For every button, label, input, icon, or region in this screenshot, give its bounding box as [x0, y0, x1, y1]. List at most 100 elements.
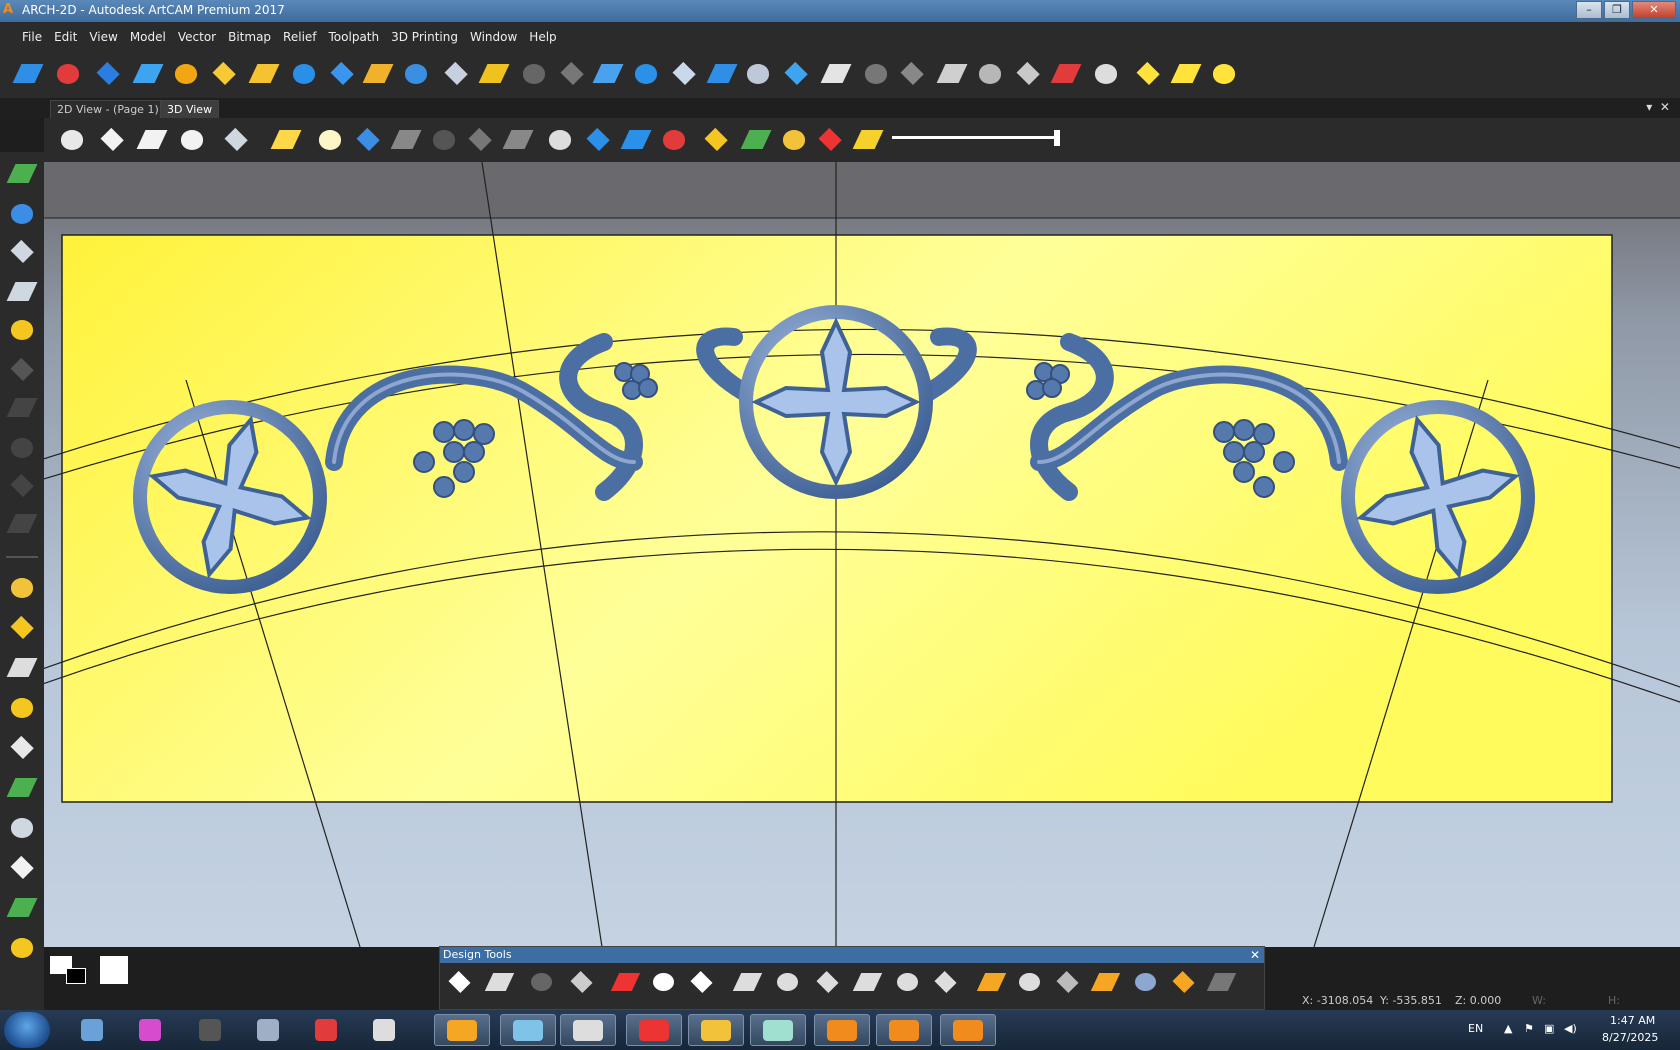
spiral-icon[interactable] — [6, 692, 38, 724]
menu-relief[interactable]: Relief — [277, 30, 322, 44]
menu-model[interactable]: Model — [124, 30, 172, 44]
view-top-icon[interactable] — [176, 124, 208, 156]
artcam2-icon[interactable] — [876, 1014, 932, 1046]
clock-time[interactable]: 1:47 AM — [1610, 1014, 1655, 1027]
dots-icon[interactable] — [556, 58, 588, 90]
menu-window[interactable]: Window — [464, 30, 523, 44]
3d-viewport[interactable] — [44, 162, 1680, 947]
files-icon[interactable] — [688, 1014, 744, 1046]
fill-icon[interactable] — [648, 967, 678, 997]
plate-icon[interactable] — [6, 932, 38, 964]
yellow-plane-icon[interactable] — [700, 124, 732, 156]
explorer-icon[interactable] — [72, 1014, 112, 1046]
drop-icon[interactable] — [976, 967, 1006, 997]
polyline-tool-icon[interactable] — [732, 967, 762, 997]
extrude-icon[interactable] — [92, 58, 124, 90]
volume-icon[interactable]: ◀) — [1564, 1022, 1577, 1035]
menu-toolpath[interactable]: Toolpath — [323, 30, 386, 44]
cylinder-icon[interactable] — [428, 124, 460, 156]
weave-icon[interactable] — [170, 58, 202, 90]
view-side-icon[interactable] — [136, 124, 168, 156]
palette-icon[interactable] — [500, 1014, 556, 1046]
offset-icon[interactable] — [668, 58, 700, 90]
frame-icon[interactable] — [6, 852, 38, 884]
mirror-relief-icon[interactable] — [6, 314, 38, 346]
huawei-icon[interactable] — [306, 1014, 346, 1046]
rainbow-icon[interactable] — [852, 124, 884, 156]
texture-icon[interactable] — [362, 58, 394, 90]
zoom-icon[interactable] — [220, 124, 252, 156]
rhino-icon[interactable] — [364, 1014, 404, 1046]
node-edit-icon[interactable] — [484, 967, 514, 997]
distort-icon[interactable] — [742, 58, 774, 90]
raise-icon[interactable] — [400, 58, 432, 90]
circle-icon[interactable] — [812, 967, 842, 997]
tray-flag-icon[interactable]: ⚑ — [1524, 1022, 1534, 1035]
plane-icon[interactable] — [12, 58, 44, 90]
revolve-icon[interactable] — [52, 58, 84, 90]
tilt-icon[interactable] — [860, 58, 892, 90]
dim-1-icon[interactable] — [6, 392, 38, 424]
puzzle-icon[interactable] — [390, 124, 422, 156]
folder-star-icon[interactable] — [6, 572, 38, 604]
feather-icon[interactable] — [1206, 967, 1236, 997]
zbrush-icon[interactable] — [560, 1014, 616, 1046]
add-icon[interactable] — [6, 158, 38, 190]
brush-icon[interactable] — [1090, 967, 1120, 997]
color-cube-icon[interactable] — [814, 124, 846, 156]
yandex-icon[interactable] — [626, 1014, 682, 1046]
menu-view[interactable]: View — [83, 30, 123, 44]
tab-2d-view[interactable]: 2D View - (Page 1) — [50, 100, 166, 118]
spin-icon[interactable] — [132, 58, 164, 90]
start-button[interactable] — [4, 1012, 50, 1048]
select-icon[interactable] — [444, 967, 474, 997]
view-iso-red-icon[interactable] — [56, 124, 88, 156]
media-icon[interactable] — [434, 1014, 490, 1046]
machine-icon[interactable] — [502, 124, 534, 156]
target-icon[interactable] — [6, 236, 38, 268]
tab-3d-view[interactable]: 3D View — [160, 100, 220, 118]
smooth-icon[interactable] — [518, 58, 550, 90]
layer-blue-icon[interactable] — [620, 124, 652, 156]
tiles-icon[interactable] — [1012, 58, 1044, 90]
artcam-a-icon[interactable] — [190, 1014, 230, 1046]
fade-icon[interactable] — [592, 58, 624, 90]
transparency-slider[interactable] — [892, 136, 1058, 139]
language-indicator[interactable]: EN — [1468, 1022, 1483, 1035]
clock-icon[interactable] — [544, 124, 576, 156]
background-color[interactable] — [66, 968, 86, 984]
square-icon[interactable] — [6, 354, 38, 386]
blend-icon[interactable] — [706, 58, 738, 90]
dim-3-icon[interactable] — [6, 470, 38, 502]
menu-vector[interactable]: Vector — [172, 30, 222, 44]
eraser-tool-icon[interactable] — [1130, 967, 1160, 997]
close-button[interactable]: ✕ — [1632, 1, 1676, 19]
tab-controls[interactable]: ▾ ✕ — [1646, 100, 1670, 114]
glass-icon[interactable] — [750, 1014, 806, 1046]
fold-icon[interactable] — [6, 812, 38, 844]
text-icon[interactable] — [930, 967, 960, 997]
close-icon[interactable]: ✕ — [1250, 947, 1260, 963]
calculator-icon[interactable] — [248, 1014, 288, 1046]
merge-icon[interactable] — [440, 58, 472, 90]
arc-icon[interactable] — [892, 967, 922, 997]
flat-relief-icon[interactable] — [288, 58, 320, 90]
menu-file[interactable]: File — [16, 30, 48, 44]
transform-icon[interactable] — [526, 967, 556, 997]
paint-icon[interactable] — [130, 1014, 170, 1046]
stack-icon[interactable] — [780, 58, 812, 90]
network-icon[interactable]: ▣ — [1544, 1022, 1554, 1035]
star-icon[interactable] — [582, 124, 614, 156]
polyline-icon[interactable] — [1208, 58, 1240, 90]
white-swatch[interactable] — [100, 956, 128, 984]
vector-icon[interactable] — [6, 612, 38, 644]
dim-4-icon[interactable] — [6, 508, 38, 540]
wave-icon[interactable] — [1170, 58, 1202, 90]
knife-icon[interactable] — [1052, 967, 1082, 997]
clock-date[interactable]: 8/27/2025 — [1602, 1031, 1658, 1044]
mirror-icon[interactable] — [974, 58, 1006, 90]
split-relief-icon[interactable] — [326, 58, 358, 90]
smudge-icon[interactable] — [1168, 967, 1198, 997]
polygon-icon[interactable] — [852, 967, 882, 997]
pencil-icon[interactable] — [610, 967, 640, 997]
